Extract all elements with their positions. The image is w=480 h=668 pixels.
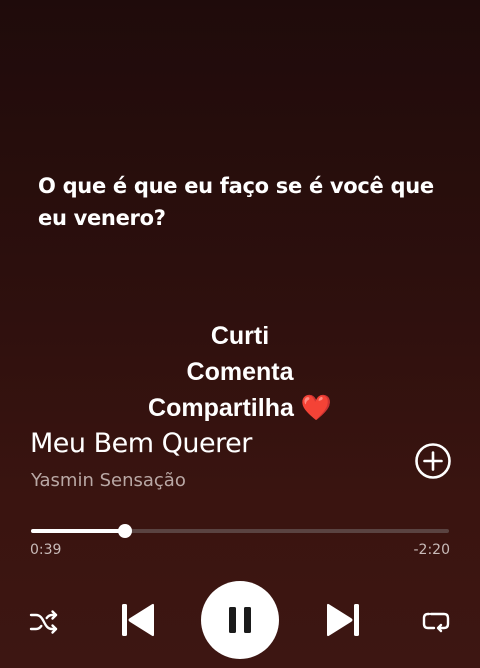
repeat-icon [422, 612, 450, 633]
progress-fill [31, 529, 126, 533]
pause-icon [229, 607, 251, 633]
caption-line-3: Compartilha ❤️ [0, 390, 480, 426]
add-to-library-button[interactable] [414, 442, 452, 480]
caption-line-2: Comenta [186, 358, 294, 386]
add-circle-icon [415, 443, 451, 479]
remaining-time: -2:20 [413, 542, 451, 558]
progress-bar[interactable] [31, 524, 449, 538]
track-title[interactable]: Meu Bem Querer [30, 428, 252, 459]
heart-icon: ❤️ [300, 394, 332, 422]
repeat-button[interactable] [420, 606, 452, 638]
shuffle-button[interactable] [28, 606, 60, 638]
elapsed-time: 0:39 [30, 542, 62, 558]
skip-forward-icon [327, 603, 359, 637]
previous-button[interactable] [119, 601, 157, 639]
shuffle-icon [29, 610, 58, 634]
caption-line-1: Curti [210, 322, 270, 350]
next-button[interactable] [324, 601, 362, 639]
skip-back-icon [122, 603, 154, 637]
pause-button[interactable] [201, 581, 279, 659]
caption-line-3-text: Compartilha [148, 394, 294, 422]
artist-name[interactable]: Yasmin Sensação [31, 470, 186, 491]
lyric-line: O que é que eu faço se é você que eu ven… [38, 174, 434, 230]
progress-handle[interactable] [118, 524, 133, 538]
caption-overlay: Curti Comenta Compartilha ❤️ [0, 318, 480, 426]
